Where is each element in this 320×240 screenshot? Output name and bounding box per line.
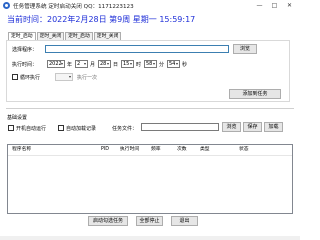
column-header-time[interactable]: 执行时间 xyxy=(120,145,139,155)
spinner-icon[interactable]: ▾ xyxy=(129,61,133,67)
month-unit: 月 xyxy=(90,62,96,68)
section-divider xyxy=(6,108,294,109)
spinner-icon[interactable]: ▾ xyxy=(106,61,110,67)
spinner-icon[interactable]: ▾ xyxy=(68,74,72,80)
program-path-input[interactable] xyxy=(45,45,229,53)
browse-program-button[interactable]: 浏览 xyxy=(233,44,257,54)
exit-button[interactable]: 退出 xyxy=(171,216,198,226)
month-value: 2 xyxy=(77,61,81,67)
second-input[interactable]: 54 ▾ xyxy=(167,60,180,68)
day-unit: 日 xyxy=(113,62,119,68)
add-task-button[interactable]: 添加到任务 xyxy=(229,89,281,99)
interval-suffix: 执行一次 xyxy=(77,75,98,81)
column-header-count[interactable]: 次数 xyxy=(177,145,187,155)
spinner-icon[interactable]: ▾ xyxy=(152,61,156,67)
autorun-label: 开机自动运行 xyxy=(16,126,47,132)
title-bar: 任务管理系统 定时启动关闭 QQ：1171223123 — □ ✕ xyxy=(0,0,300,11)
loop-label: 循环执行 xyxy=(20,75,41,81)
year-input[interactable]: 2022 ▾ xyxy=(47,60,65,68)
spinner-icon[interactable]: ▾ xyxy=(83,61,87,67)
minute-unit: 分 xyxy=(159,62,165,68)
maximize-icon[interactable]: □ xyxy=(270,1,279,10)
column-header-name[interactable]: 程序名称 xyxy=(12,145,31,155)
table-header-divider xyxy=(8,155,292,156)
window-bottom-edge xyxy=(0,236,300,240)
exec-time-label: 执行时间： xyxy=(12,62,38,68)
loop-checkbox[interactable] xyxy=(12,74,18,80)
spinner-icon[interactable]: ▾ xyxy=(175,61,179,67)
taskfile-label: 任务文件： xyxy=(112,126,138,132)
column-header-frequency[interactable]: 频率 xyxy=(151,145,161,155)
load-button[interactable]: 加载 xyxy=(264,122,283,132)
start-tab-panel: 选择程序： 浏览 执行时间： 2022 ▾ 年 2 ▾ 月 28 ▾ 日 15 ▾ 时 … xyxy=(6,40,290,102)
year-unit: 年 xyxy=(67,62,73,68)
browse-taskfile-button[interactable]: 浏览 xyxy=(222,122,241,132)
month-input[interactable]: 2 ▾ xyxy=(75,60,88,68)
minute-input[interactable]: 58 ▾ xyxy=(144,60,157,68)
program-label: 选择程序： xyxy=(12,47,38,53)
hour-input[interactable]: 15 ▾ xyxy=(121,60,134,68)
app-icon xyxy=(3,2,10,9)
taskfile-input[interactable] xyxy=(141,123,219,131)
hour-unit: 时 xyxy=(136,62,142,68)
current-time-display: 当前时间：2022年2月28日 第9周 星期一 15:59:17 xyxy=(7,15,196,24)
autorun-checkbox[interactable] xyxy=(8,125,14,131)
close-icon[interactable]: ✕ xyxy=(285,1,294,10)
settings-heading: 基础设置 xyxy=(7,115,28,121)
day-input[interactable]: 28 ▾ xyxy=(98,60,111,68)
stop-all-button[interactable]: 全部停止 xyxy=(136,216,163,226)
minimize-icon[interactable]: — xyxy=(255,1,264,10)
start-checked-tasks-button[interactable]: 启动勾选任务 xyxy=(88,216,128,226)
spinner-icon[interactable]: ▾ xyxy=(60,61,64,67)
interval-input[interactable]: ▾ xyxy=(55,73,73,81)
save-button[interactable]: 保存 xyxy=(243,122,262,132)
autoload-label: 自动加载记录 xyxy=(66,126,97,132)
column-header-status[interactable]: 状态 xyxy=(239,145,249,155)
autoload-checkbox[interactable] xyxy=(58,125,64,131)
column-header-type[interactable]: 类型 xyxy=(200,145,210,155)
task-table[interactable]: 程序名称 PID 执行时间 频率 次数 类型 状态 xyxy=(7,144,293,214)
second-unit: 秒 xyxy=(182,62,188,68)
column-header-pid[interactable]: PID xyxy=(101,145,109,155)
window-title: 任务管理系统 定时启动关闭 QQ：1171223123 xyxy=(13,4,134,10)
